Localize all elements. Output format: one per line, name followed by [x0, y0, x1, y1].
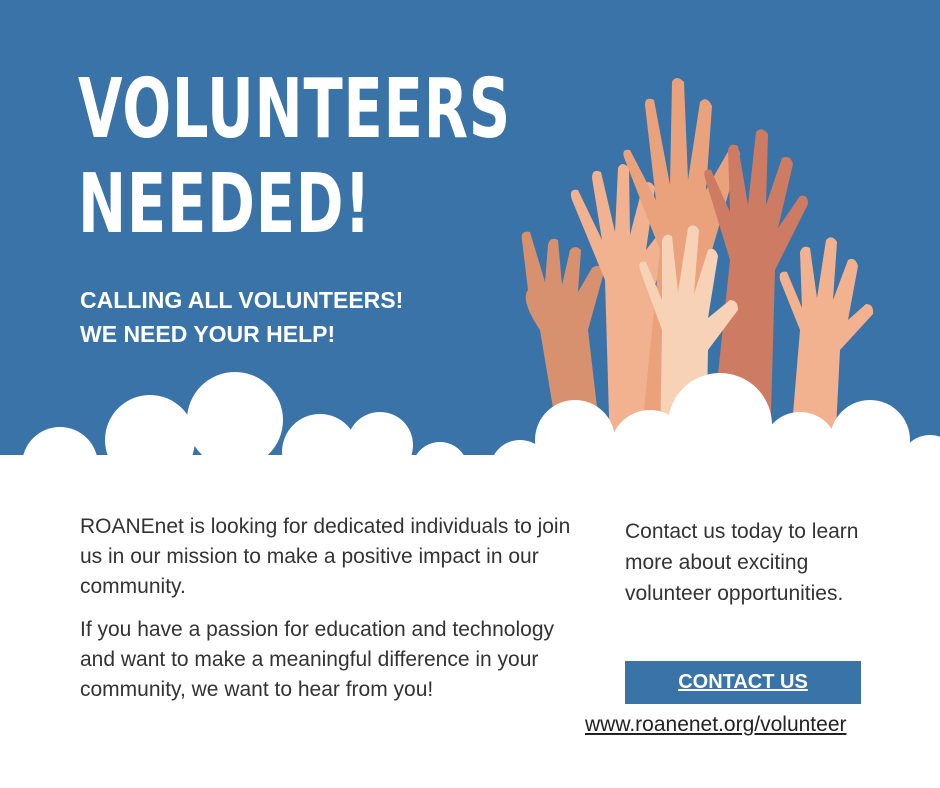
description-paragraph-1: ROANEnet is looking for dedicated indivi…	[80, 515, 571, 598]
subheadline: CALLING ALL VOLUNTEERS! WE NEED YOUR HEL…	[80, 283, 403, 351]
subheadline-line-1: CALLING ALL VOLUNTEERS!	[80, 287, 404, 313]
headline: VOLUNTEERS NEEDED!	[78, 62, 511, 252]
description-paragraph-2: If you have a passion for education and …	[80, 618, 554, 701]
contact-prompt: Contact us today to learn more about exc…	[625, 520, 859, 605]
subheadline-line-2: WE NEED YOUR HELP!	[80, 321, 336, 347]
volunteer-url-link[interactable]: www.roanenet.org/volunteer	[585, 713, 847, 737]
headline-line-2: NEEDED!	[78, 157, 372, 252]
contact-us-button[interactable]: CONTACT US	[625, 661, 861, 704]
description: ROANEnet is looking for dedicated indivi…	[80, 512, 580, 718]
headline-line-1: VOLUNTEERS	[78, 62, 512, 157]
